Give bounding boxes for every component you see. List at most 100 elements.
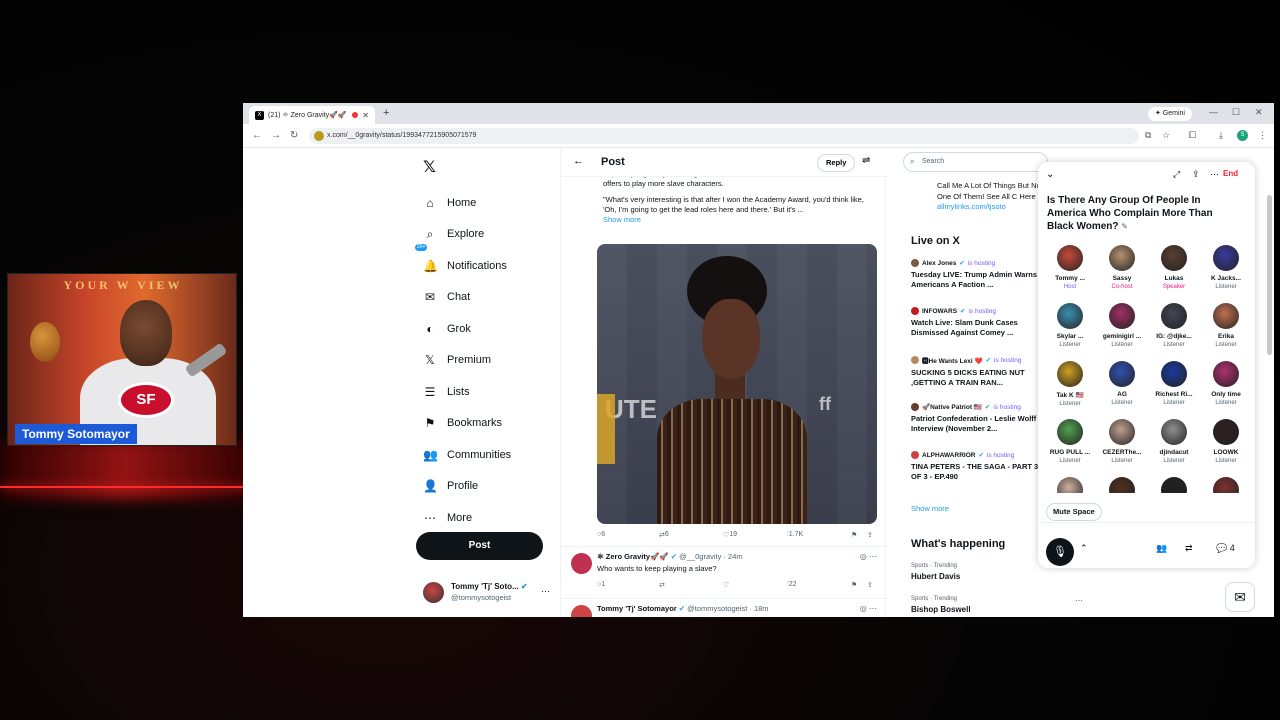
back-arrow-icon[interactable]: ← xyxy=(573,155,584,167)
space-participant[interactable]: Skylar ... Listener xyxy=(1044,303,1096,361)
profile-avatar[interactable]: S xyxy=(1237,130,1248,141)
space-participant[interactable]: Lukas Speaker xyxy=(1148,245,1200,303)
space-participant[interactable]: Sassy Co-host xyxy=(1096,245,1148,303)
close-tab-icon[interactable]: ✕ xyxy=(362,111,369,120)
space-participant[interactable] xyxy=(1044,477,1096,493)
new-tab-icon[interactable]: + xyxy=(383,107,389,119)
share-icon[interactable]: ⇪ xyxy=(1192,169,1200,180)
live-item[interactable]: 🚀Native Patriot 🇺🇸 ✔ is hosting Patriot Con… xyxy=(911,403,1041,434)
search-input[interactable]: ⌕ Search xyxy=(903,152,1048,172)
reply-action[interactable]: ○ 1 xyxy=(597,581,605,588)
space-participant[interactable]: Tak K 🇺🇸 Listener xyxy=(1044,361,1096,419)
trend-item[interactable]: Sports · Trending Bishop Boswell ⋯ xyxy=(911,596,1083,614)
star-icon[interactable]: ☆ xyxy=(1162,130,1170,141)
nav-item-profile[interactable]: 👤 Profile xyxy=(423,471,573,503)
people-icon[interactable]: 👥 xyxy=(1156,543,1167,554)
reply-post[interactable]: Tommy 'Tj' Sotomayor ✔ @tommysotogeist ·… xyxy=(561,598,887,617)
space-participant[interactable]: AG Listener xyxy=(1096,361,1148,419)
space-participant[interactable]: RUG PULL ... Listener xyxy=(1044,419,1096,477)
nav-item-notifications[interactable]: 20+ 🔔 Notifications xyxy=(415,244,573,282)
nav-item-more[interactable]: ⋯ More xyxy=(423,502,573,534)
nav-item-chat[interactable]: ✉ Chat xyxy=(423,282,573,314)
edit-icon[interactable]: ✎ xyxy=(1121,222,1128,231)
nav-item-communities[interactable]: 👥 Communities xyxy=(423,439,573,471)
grok-icon[interactable]: ◎ ⋯ xyxy=(860,604,877,613)
bookmark-icon[interactable]: ⚑ xyxy=(851,581,857,589)
like-action[interactable]: ♡ 19 xyxy=(723,531,737,539)
views-action[interactable]: ⫶ 22 xyxy=(787,581,797,589)
repost-icon[interactable]: ⇄ xyxy=(1185,543,1193,554)
gemini-button[interactable]: ✦ Gemini xyxy=(1148,107,1192,121)
bookmark-icon[interactable]: ⚑ xyxy=(851,531,857,539)
views-action[interactable]: ⫶ 1.7K xyxy=(787,531,803,539)
messages-icon[interactable]: ✉ xyxy=(1225,582,1255,612)
reply-post[interactable]: ⚛ Zero Gravity🚀🚀 ✔ @__0gravity · 24m Who… xyxy=(561,546,887,594)
show-more-link[interactable]: Show more xyxy=(603,215,641,224)
nav-item-premium[interactable]: 𝕏 Premium xyxy=(423,345,573,377)
repost-action[interactable]: ⇄ 6 xyxy=(659,531,669,539)
repost-action[interactable]: ⇄ xyxy=(659,581,665,589)
space-participant[interactable]: Only time Listener xyxy=(1200,361,1249,419)
scrollbar[interactable] xyxy=(1267,195,1272,355)
space-participant[interactable]: IG: @djke... Listener xyxy=(1148,303,1200,361)
like-action[interactable]: ♡ xyxy=(723,581,729,589)
share-icon[interactable]: ⇪ xyxy=(867,581,873,589)
nav-item-explore[interactable]: ⌕ Explore xyxy=(423,219,573,251)
end-space-button[interactable]: End xyxy=(1223,169,1238,178)
space-participant[interactable] xyxy=(1096,477,1148,493)
live-item[interactable]: ALPHAWARRIOR ✔ is hosting TINA PETERS - THE… xyxy=(911,451,1041,482)
space-participant[interactable]: CEZERThe... Listener xyxy=(1096,419,1148,477)
space-participant[interactable]: LOOWK Listener xyxy=(1200,419,1249,477)
download-icon[interactable]: ⤓ xyxy=(1219,130,1223,141)
site-info-icon[interactable] xyxy=(314,131,324,141)
space-participant[interactable]: geminigirl ... Listener xyxy=(1096,303,1148,361)
comments-button[interactable]: 💬 4 xyxy=(1216,543,1235,554)
reply-button[interactable]: Reply xyxy=(817,154,856,172)
x-logo-icon[interactable]: 𝕏 xyxy=(423,157,436,176)
space-participant[interactable]: K Jacks... Listener xyxy=(1200,245,1249,303)
close-window-icon[interactable]: ✕ xyxy=(1255,107,1263,118)
more-icon[interactable]: ⋯ xyxy=(1210,169,1219,180)
space-participant[interactable]: Erika Listener xyxy=(1200,303,1249,361)
more-icon[interactable]: ⋯ xyxy=(541,586,550,597)
nav-item-bookmarks[interactable]: ⚑ Bookmarks xyxy=(423,408,573,440)
browser-tab[interactable]: X (21) ⚛ Zero Gravity🚀🚀 ✕ xyxy=(249,106,375,124)
reply-author: ⚛ Zero Gravity🚀🚀 ✔ @__0gravity · 24m xyxy=(597,552,743,561)
sliders-icon[interactable]: ⇌ xyxy=(862,155,870,166)
grok-icon[interactable]: ◎ ⋯ xyxy=(860,552,877,561)
space-participant[interactable] xyxy=(1200,477,1249,493)
bio-link[interactable]: allmylinks.com/tjsoto xyxy=(937,202,1006,211)
space-participant[interactable]: Tommy ... Host xyxy=(1044,245,1096,303)
address-bar[interactable]: x.com/__0gravity/status/1993477215905071… xyxy=(309,128,1139,144)
menu-icon[interactable]: ⋮ xyxy=(1258,130,1267,141)
share-icon[interactable]: ⇪ xyxy=(867,531,873,539)
mute-space-button[interactable]: Mute Space xyxy=(1046,503,1102,521)
more-icon[interactable]: ⋯ xyxy=(1075,596,1083,605)
post-button[interactable]: Post xyxy=(416,532,543,560)
space-participant[interactable]: Richest Ri... Listener xyxy=(1148,361,1200,419)
live-item[interactable]: Alex Jones ✔ is hosting Tuesday LIVE: Trump… xyxy=(911,259,1041,290)
nav-item-grok[interactable]: ◐ Grok xyxy=(423,313,573,345)
reload-icon[interactable]: ↻ xyxy=(290,130,298,141)
forward-icon[interactable]: → xyxy=(271,130,281,141)
account-switcher[interactable]: Tommy 'Tj' Soto... ✔ @tommysotogeist ⋯ xyxy=(423,582,558,612)
install-icon[interactable]: ⧉ xyxy=(1145,130,1151,141)
chevron-down-icon[interactable]: ⌄ xyxy=(1046,169,1054,180)
nav-item-home[interactable]: ⌂ Home xyxy=(423,187,573,219)
show-more-link[interactable]: Show more xyxy=(911,504,949,513)
back-icon[interactable]: ← xyxy=(252,130,262,141)
chevron-up-icon[interactable]: ⌃ xyxy=(1080,543,1088,554)
live-item[interactable]: 🅷He Wants Lexi ❤️ ✔ is hosting SUCKING 5 DI… xyxy=(911,355,1041,388)
space-participant[interactable] xyxy=(1148,477,1200,493)
space-participant[interactable]: djindacut Listener xyxy=(1148,419,1200,477)
live-item[interactable]: INFOWARS ✔ is hosting Watch Live: Slam Dunk… xyxy=(911,307,1041,338)
minimize-space-icon[interactable]: ⤢ xyxy=(1173,169,1180,180)
maximize-icon[interactable]: ☐ xyxy=(1232,107,1240,118)
nav-item-lists[interactable]: ☰ Lists xyxy=(423,376,573,408)
minimize-icon[interactable]: — xyxy=(1209,107,1218,117)
reply-text: Who wants to keep playing a slave? xyxy=(597,564,717,573)
microphone-icon[interactable]: 🎙 xyxy=(1046,538,1074,566)
extensions-icon[interactable]: ⧠ xyxy=(1189,130,1196,141)
post-photo[interactable]: UTE ff xyxy=(597,244,877,524)
reply-action[interactable]: ○ 6 xyxy=(597,531,605,538)
